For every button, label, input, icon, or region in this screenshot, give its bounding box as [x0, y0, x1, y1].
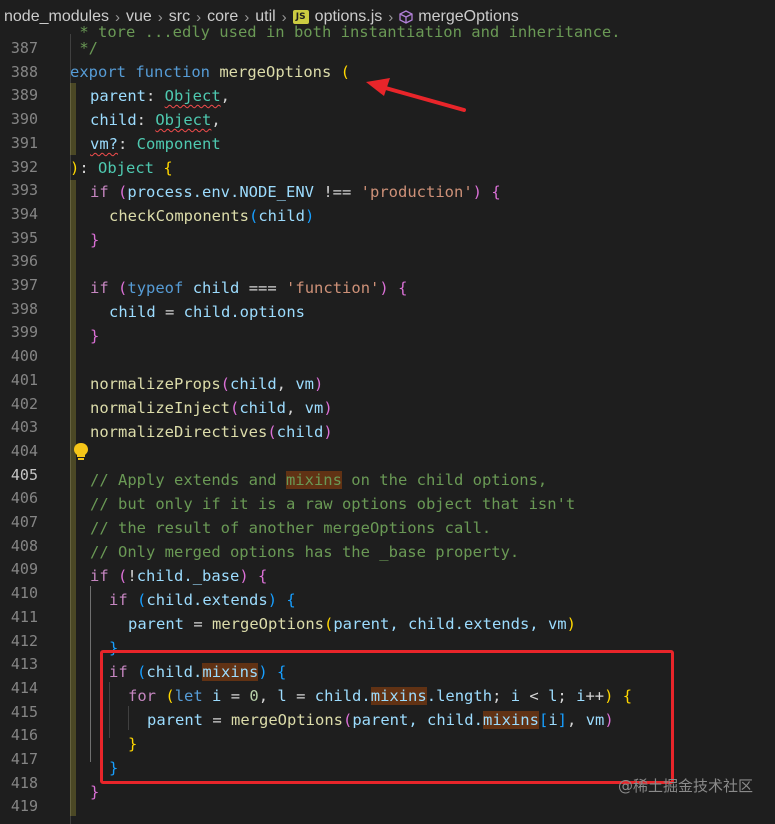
code-line-407: // the result of another mergeOptions ca… — [90, 519, 492, 537]
line-number: 418 — [10, 773, 38, 792]
code-line-393: if (process.env.NODE_ENV !== 'production… — [90, 183, 501, 201]
code-line-409: if (!child._base) { — [90, 567, 268, 585]
code-line-398: child = child.options — [109, 303, 305, 321]
line-number: 388 — [10, 62, 38, 81]
line-number: 398 — [10, 299, 38, 318]
code-line-389: parent: Object, — [90, 87, 231, 105]
line-number: 393 — [10, 181, 38, 200]
line-number: 405 — [10, 465, 38, 484]
code-line-391: vm?: Component — [90, 135, 221, 153]
line-number: 410 — [10, 584, 38, 603]
code-line-418: } — [90, 783, 100, 801]
line-number: 403 — [10, 418, 38, 437]
line-number: 406 — [10, 489, 38, 508]
line-number: 401 — [10, 370, 38, 389]
code-line-394: checkComponents(child) — [109, 207, 315, 225]
line-number: 412 — [10, 631, 38, 650]
line-number: 416 — [10, 726, 38, 745]
line-number: 404 — [10, 441, 38, 460]
code-line-411: parent = mergeOptions(parent, child.exte… — [128, 615, 576, 633]
line-number: 395 — [10, 228, 38, 247]
line-number: 411 — [10, 607, 38, 626]
code-line-395: } — [90, 231, 100, 249]
code-line-399: } — [90, 327, 100, 345]
line-number: 407 — [10, 513, 38, 531]
code-line-410: if (child.extends) { — [109, 591, 296, 609]
line-number: 408 — [10, 536, 38, 555]
code-line-397: if (typeof child === 'function') { — [90, 279, 408, 297]
lightbulb-icon[interactable] — [72, 442, 90, 462]
watermark: @稀土掘金技术社区 — [617, 777, 753, 795]
line-number: 417 — [10, 750, 38, 768]
line-number: 419 — [10, 797, 38, 816]
line-number: 392 — [10, 157, 38, 176]
code-line-390: child: Object, — [90, 111, 221, 129]
line-number: 389 — [10, 86, 38, 105]
line-number: 415 — [10, 702, 38, 721]
line-number: 391 — [10, 133, 38, 152]
line-number: 402 — [10, 394, 38, 413]
code-line-392: ): Object { — [70, 159, 173, 177]
code-line-406: // but only if it is a raw options objec… — [90, 495, 576, 513]
code-line-403: normalizeDirectives(child) — [90, 423, 333, 441]
line-number: 400 — [10, 347, 38, 366]
line-number: 414 — [10, 678, 38, 697]
code-line-408: // Only merged options has the _base pro… — [90, 543, 520, 561]
line-number: 394 — [10, 204, 38, 223]
line-number: 399 — [10, 323, 38, 342]
line-number: 387 — [10, 39, 38, 57]
line-number: 396 — [10, 252, 38, 271]
red-box-annotation — [100, 650, 674, 784]
code-line-387: */ — [70, 39, 98, 57]
partial-comment-line: * tore ...edly used in both instantiatio… — [70, 23, 621, 41]
code-line-402: normalizeInject(child, vm) — [90, 399, 333, 417]
line-number: 409 — [10, 560, 38, 579]
line-number: 413 — [10, 655, 38, 674]
line-number: 390 — [10, 110, 38, 129]
code-line-405: // Apply extends and mixins on the child… — [90, 471, 548, 489]
code-line-401: normalizeProps(child, vm) — [90, 375, 324, 393]
code-line-388: export function mergeOptions ( — [70, 63, 351, 81]
line-number: 397 — [10, 276, 38, 294]
red-arrow-annotation — [366, 78, 466, 112]
